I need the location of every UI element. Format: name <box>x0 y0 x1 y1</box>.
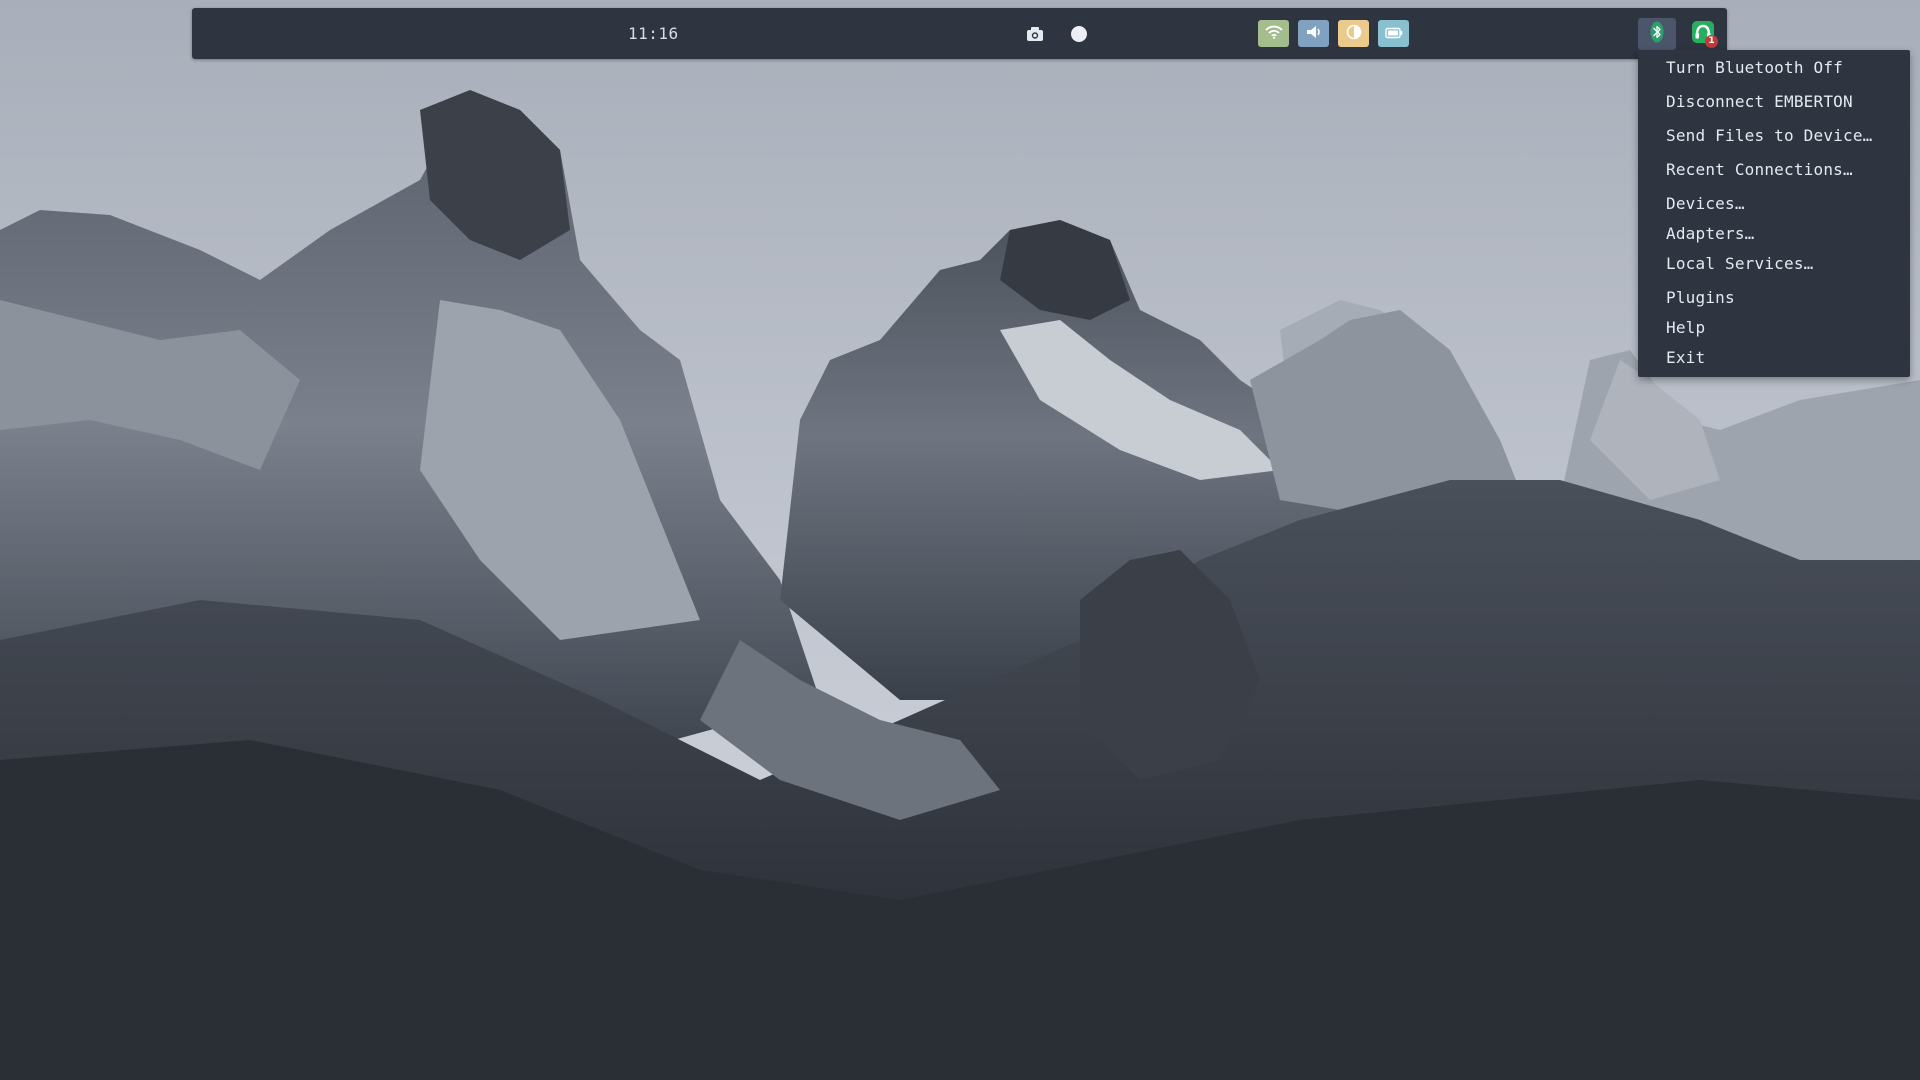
brightness-status-button[interactable] <box>1338 20 1369 47</box>
volume-icon <box>1306 24 1322 43</box>
menu-item-local-services[interactable]: Local Services… <box>1666 254 1814 273</box>
battery-icon <box>1384 24 1403 43</box>
notification-tray-button[interactable]: 1 <box>1684 18 1722 50</box>
desktop: 11:16 1 Turn Bluetooth Off Disconnect EM… <box>0 0 1920 1080</box>
menu-item-turn-bluetooth-off[interactable]: Turn Bluetooth Off <box>1666 58 1843 77</box>
menu-item-adapters[interactable]: Adapters… <box>1666 224 1755 243</box>
volume-status-button[interactable] <box>1298 20 1329 47</box>
bluetooth-icon <box>1650 21 1664 47</box>
battery-status-button[interactable] <box>1378 20 1409 47</box>
menu-item-devices[interactable]: Devices… <box>1666 194 1745 213</box>
menu-item-disconnect-device[interactable]: Disconnect EMBERTON <box>1666 92 1853 111</box>
menu-item-exit[interactable]: Exit <box>1666 348 1705 367</box>
top-bar: 11:16 1 <box>192 8 1727 59</box>
status-indicators <box>1258 8 1409 59</box>
bluetooth-menu: Turn Bluetooth Off Disconnect EMBERTON S… <box>1638 50 1910 377</box>
wifi-status-button[interactable] <box>1258 20 1289 47</box>
wifi-icon <box>1264 24 1283 43</box>
bluetooth-tray-button[interactable] <box>1638 17 1676 50</box>
capture-controls <box>1026 8 1088 59</box>
menu-item-recent-connections[interactable]: Recent Connections… <box>1666 160 1853 179</box>
menu-item-plugins[interactable]: Plugins <box>1666 288 1735 307</box>
menu-item-send-files[interactable]: Send Files to Device… <box>1666 126 1873 145</box>
brightness-icon <box>1346 24 1362 44</box>
notification-badge: 1 <box>1705 34 1718 48</box>
menu-item-help[interactable]: Help <box>1666 318 1705 337</box>
record-icon[interactable] <box>1070 25 1088 43</box>
mountain-wallpaper <box>0 0 1920 1080</box>
camera-icon[interactable] <box>1026 25 1044 43</box>
clock[interactable]: 11:16 <box>628 8 679 59</box>
